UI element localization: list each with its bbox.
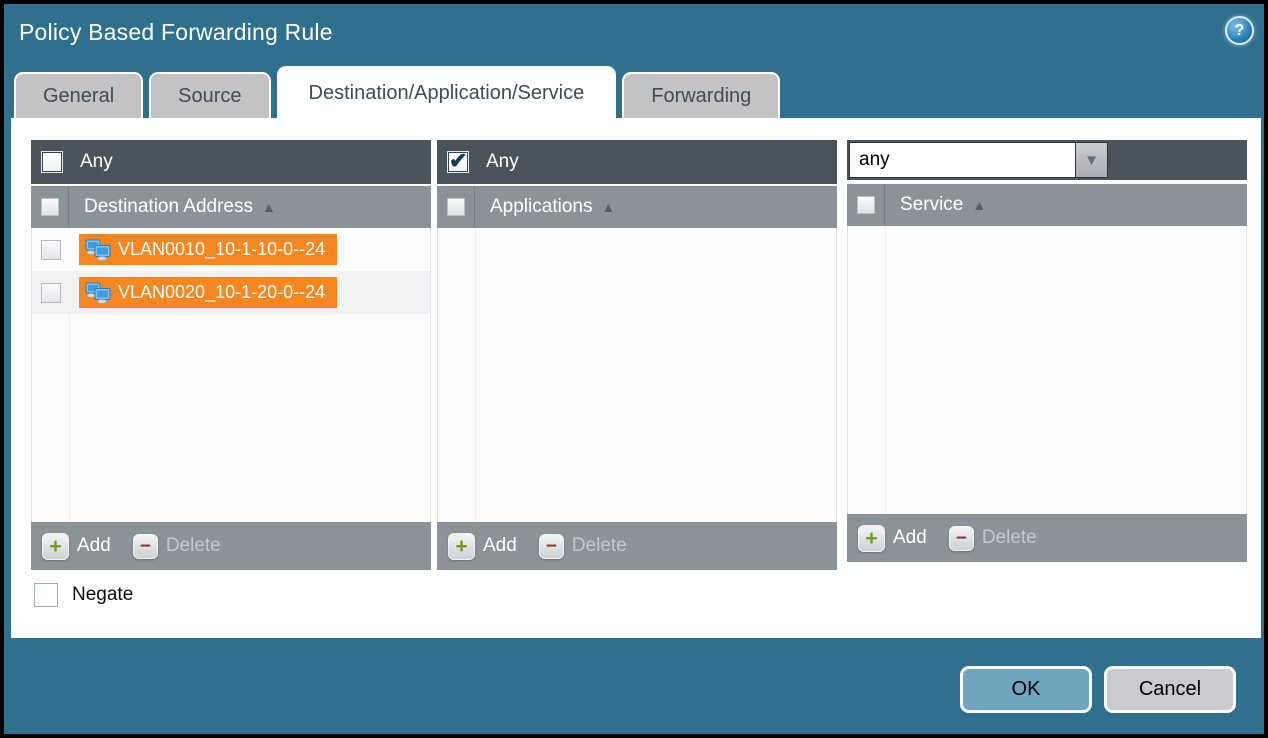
table-row: VLAN0020_10-1-20-0--24 bbox=[32, 271, 430, 314]
address-object-icon bbox=[85, 239, 111, 261]
address-label: VLAN0010_10-1-10-0--24 bbox=[118, 239, 325, 260]
applications-list bbox=[437, 228, 837, 522]
destination-any-bar: Any bbox=[31, 140, 431, 184]
sort-ascending-icon: ▲ bbox=[972, 197, 986, 213]
dropdown-arrow-button[interactable]: ▼ bbox=[1075, 142, 1108, 178]
row-checkbox[interactable] bbox=[41, 283, 61, 303]
address-entry[interactable]: VLAN0010_10-1-10-0--24 bbox=[79, 234, 337, 265]
plus-icon: + bbox=[42, 533, 69, 560]
service-select-all-checkbox[interactable] bbox=[857, 196, 875, 214]
applications-column-header-row: Applications ▲ bbox=[437, 186, 837, 228]
tab-forwarding[interactable]: Forwarding bbox=[622, 72, 780, 118]
help-icon[interactable]: ? bbox=[1225, 16, 1254, 45]
delete-button[interactable]: − Delete bbox=[133, 534, 221, 559]
tab-general[interactable]: General bbox=[14, 72, 143, 118]
destination-any-checkbox[interactable] bbox=[41, 151, 63, 173]
applications-select-all-checkbox[interactable] bbox=[447, 198, 465, 216]
negate-checkbox[interactable] bbox=[34, 583, 58, 607]
minus-icon: − bbox=[133, 534, 158, 559]
add-button[interactable]: + Add bbox=[858, 525, 927, 552]
destination-address-panel: Any Destination Address ▲ bbox=[31, 140, 431, 570]
service-panel: any ▼ Service ▲ + Add bbox=[847, 140, 1247, 562]
destination-toolbar: + Add − Delete bbox=[31, 522, 431, 570]
row-checkbox[interactable] bbox=[41, 240, 61, 260]
ok-button[interactable]: OK bbox=[960, 666, 1092, 713]
table-row: VLAN0010_10-1-10-0--24 bbox=[32, 228, 430, 271]
negate-row: Negate bbox=[34, 583, 133, 607]
service-any-bar: any ▼ bbox=[847, 140, 1247, 180]
sort-ascending-icon: ▲ bbox=[601, 199, 615, 215]
service-dropdown[interactable]: any ▼ bbox=[849, 142, 1108, 178]
service-list bbox=[847, 226, 1247, 514]
address-entry[interactable]: VLAN0020_10-1-20-0--24 bbox=[79, 277, 337, 308]
delete-button[interactable]: − Delete bbox=[539, 534, 627, 559]
address-label: VLAN0020_10-1-20-0--24 bbox=[118, 282, 325, 303]
destination-address-list: VLAN0010_10-1-10-0--24 bbox=[31, 228, 431, 522]
address-object-icon bbox=[85, 282, 111, 304]
service-dropdown-value[interactable]: any bbox=[849, 142, 1075, 178]
service-column-header-row: Service ▲ bbox=[847, 184, 1247, 226]
service-toolbar: + Add − Delete bbox=[847, 514, 1247, 562]
plus-icon: + bbox=[858, 525, 885, 552]
minus-icon: − bbox=[949, 526, 974, 551]
negate-label: Negate bbox=[72, 584, 133, 606]
applications-toolbar: + Add − Delete bbox=[437, 522, 837, 570]
service-column-header[interactable]: Service ▲ bbox=[884, 184, 986, 226]
cancel-button[interactable]: Cancel bbox=[1104, 666, 1236, 713]
tab-content: Any Destination Address ▲ bbox=[11, 118, 1261, 638]
add-button[interactable]: + Add bbox=[42, 533, 111, 560]
applications-panel: Any Applications ▲ + Add − Delete bbox=[437, 140, 837, 570]
destination-column-header[interactable]: Destination Address ▲ bbox=[68, 186, 276, 228]
applications-any-checkbox[interactable] bbox=[447, 151, 469, 173]
plus-icon: + bbox=[448, 533, 475, 560]
tab-bar: General Source Destination/Application/S… bbox=[14, 66, 780, 118]
policy-based-forwarding-dialog: Policy Based Forwarding Rule ? General S… bbox=[0, 0, 1268, 738]
destination-column-header-row: Destination Address ▲ bbox=[31, 186, 431, 228]
delete-button[interactable]: − Delete bbox=[949, 526, 1037, 551]
chevron-down-icon: ▼ bbox=[1084, 152, 1099, 169]
applications-column-header[interactable]: Applications ▲ bbox=[474, 186, 615, 228]
tab-destination-application-service[interactable]: Destination/Application/Service bbox=[277, 66, 617, 118]
destination-select-all-checkbox[interactable] bbox=[41, 198, 59, 216]
sort-ascending-icon: ▲ bbox=[262, 199, 276, 215]
applications-any-bar: Any bbox=[437, 140, 837, 184]
minus-icon: − bbox=[539, 534, 564, 559]
destination-any-label: Any bbox=[80, 151, 113, 173]
applications-any-label: Any bbox=[486, 151, 519, 173]
dialog-title: Policy Based Forwarding Rule bbox=[19, 19, 333, 46]
add-button[interactable]: + Add bbox=[448, 533, 517, 560]
tab-source[interactable]: Source bbox=[149, 72, 270, 118]
